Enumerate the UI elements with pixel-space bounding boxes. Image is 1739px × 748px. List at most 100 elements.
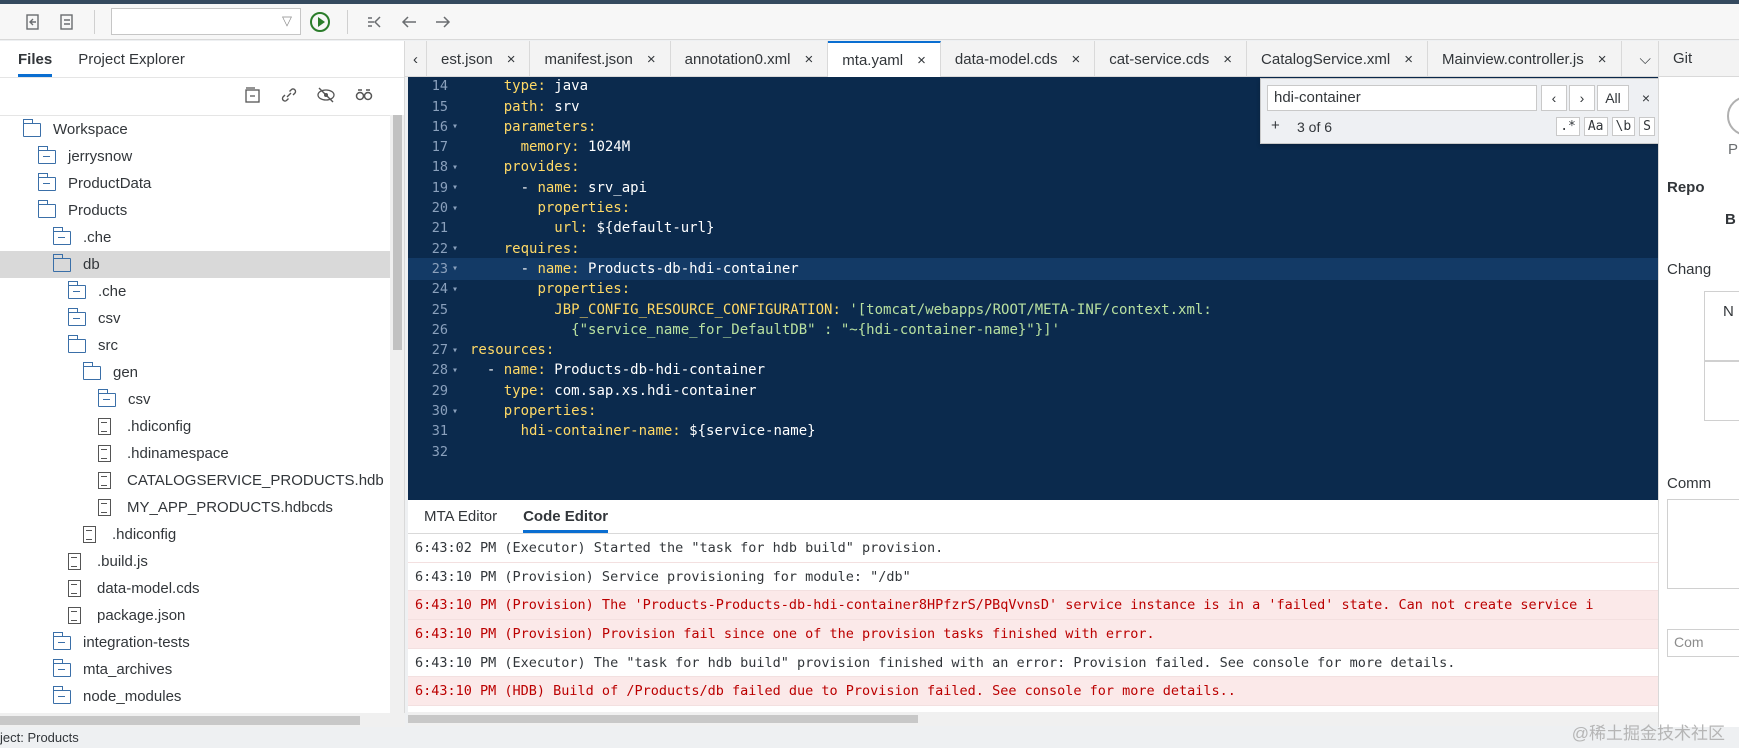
tree-item[interactable]: csv: [0, 386, 390, 413]
find-expand-button[interactable]: +: [1271, 117, 1280, 134]
hide-hidden-icon[interactable]: [316, 86, 336, 108]
search-files-icon[interactable]: [354, 86, 374, 108]
fold-icon[interactable]: ▾: [448, 203, 462, 214]
find-scope-button[interactable]: All: [1597, 85, 1629, 111]
tab-project-explorer[interactable]: Project Explorer: [78, 51, 185, 77]
tree-item[interactable]: data-model.cds: [0, 575, 390, 602]
changes-table-header: [1704, 291, 1739, 361]
tab-code-editor[interactable]: Code Editor: [523, 508, 609, 533]
run-configuration-select[interactable]: ▽: [111, 8, 301, 35]
back-icon[interactable]: [394, 8, 424, 36]
tree-vertical-scrollbar[interactable]: [390, 115, 404, 713]
editor-tab[interactable]: cat-service.cds ×: [1095, 41, 1248, 77]
close-icon[interactable]: ×: [917, 52, 926, 69]
editor-tab[interactable]: Mainview.controller.js ×: [1428, 41, 1622, 77]
find-next-button[interactable]: ›: [1569, 85, 1595, 111]
console-error-line: 6:43:10 PM (Provision) The 'Products-Pro…: [408, 591, 1674, 621]
console-horizontal-scrollbar[interactable]: [408, 712, 1674, 726]
close-icon[interactable]: ×: [1598, 51, 1607, 68]
redo-icon[interactable]: [52, 8, 82, 36]
close-icon[interactable]: ×: [1223, 51, 1232, 68]
tree-item[interactable]: CATALOGSERVICE_PRODUCTS.hdb: [0, 467, 390, 494]
fold-icon[interactable]: ▾: [448, 182, 462, 193]
code-key: resources: [470, 342, 546, 359]
close-icon[interactable]: ×: [1071, 51, 1080, 68]
undo-icon[interactable]: [18, 8, 48, 36]
tree-item[interactable]: .che: [0, 224, 390, 251]
collapse-all-icon[interactable]: [244, 86, 262, 108]
tree-item-label: jerrysnow: [68, 148, 133, 165]
tree-item[interactable]: MY_APP_PRODUCTS.hdbcds: [0, 494, 390, 521]
tree-item[interactable]: .hdiconfig: [0, 521, 390, 548]
build-icon[interactable]: [360, 8, 390, 36]
close-icon[interactable]: ×: [647, 51, 656, 68]
tabs-scroll-left-button[interactable]: ‹: [405, 41, 427, 77]
close-icon[interactable]: ×: [507, 51, 516, 68]
tree-item[interactable]: .hdiconfig: [0, 413, 390, 440]
tab-git[interactable]: Git: [1659, 41, 1739, 77]
fold-icon[interactable]: ▾: [448, 263, 462, 274]
tree-item[interactable]: Workspace: [0, 116, 390, 143]
tree-item-label: src: [98, 337, 118, 354]
commit-message-field[interactable]: [1667, 499, 1739, 589]
editor-tab[interactable]: manifest.json ×: [530, 41, 671, 77]
code-line: 18 ▾ provides:: [408, 156, 1670, 179]
tree-horizontal-scrollbar[interactable]: [0, 713, 405, 727]
tree-item[interactable]: .build.js: [0, 548, 390, 575]
tree-item[interactable]: db: [0, 251, 390, 278]
find-input[interactable]: hdi-container: [1267, 85, 1537, 111]
editor-tab[interactable]: est.json ×: [427, 41, 531, 77]
tree-item[interactable]: package.json: [0, 602, 390, 629]
code-value: com.sap.xs.hdi-container: [545, 382, 757, 399]
regex-option[interactable]: .*: [1556, 117, 1580, 136]
scrollbar-thumb[interactable]: [408, 715, 918, 723]
console-error-line: 6:43:10 PM (Provision) Provision fail si…: [408, 620, 1674, 649]
close-icon[interactable]: ×: [1404, 51, 1413, 68]
code-colon: :: [571, 159, 580, 176]
fold-icon[interactable]: ▾: [448, 243, 462, 254]
fold-icon[interactable]: ▾: [448, 345, 462, 356]
tree-item[interactable]: jerrysnow: [0, 143, 390, 170]
tree-item[interactable]: csv: [0, 305, 390, 332]
tree-item[interactable]: mta_archives: [0, 656, 390, 683]
scrollbar-thumb[interactable]: [0, 716, 360, 725]
file-icon: [68, 553, 81, 570]
fold-icon[interactable]: ▾: [448, 121, 462, 132]
code-line: 23 ▾ - name: Products-db-hdi-container: [408, 257, 1670, 281]
link-editor-icon[interactable]: [280, 86, 298, 108]
tree-item[interactable]: .che: [0, 278, 390, 305]
forward-icon[interactable]: [428, 8, 458, 36]
folder-open-icon: [52, 253, 71, 272]
match-case-option[interactable]: Aa: [1583, 117, 1608, 136]
commit-button[interactable]: Com: [1667, 629, 1739, 657]
tree-item[interactable]: ProductData: [0, 170, 390, 197]
editor-tab[interactable]: CatalogService.xml ×: [1247, 41, 1428, 77]
run-button[interactable]: [305, 8, 335, 36]
tree-item[interactable]: node_modules: [0, 683, 390, 710]
code-text: - name: Products-db-hdi-container: [462, 261, 799, 277]
tree-item[interactable]: integration-tests: [0, 629, 390, 656]
avatar: [1727, 96, 1739, 136]
tree-item[interactable]: src: [0, 332, 390, 359]
tab-files[interactable]: Files: [18, 51, 53, 77]
close-icon[interactable]: ×: [805, 51, 814, 68]
editor-tab[interactable]: annotation0.xml ×: [671, 41, 829, 77]
tab-mta-editor[interactable]: MTA Editor: [424, 508, 497, 533]
code-text: type: com.sap.xs.hdi-container: [462, 383, 757, 399]
tree-item-label: db: [83, 256, 100, 273]
fold-icon[interactable]: ▾: [448, 284, 462, 295]
file-icon: [98, 472, 111, 489]
find-previous-button[interactable]: ‹: [1541, 85, 1567, 111]
tree-item[interactable]: Products: [0, 197, 390, 224]
fold-icon[interactable]: ▾: [448, 365, 462, 376]
editor-tab[interactable]: mta.yaml ×: [828, 41, 941, 77]
close-icon[interactable]: ×: [1633, 85, 1659, 111]
whole-word-option[interactable]: \b: [1611, 117, 1636, 136]
selection-option[interactable]: S: [1639, 117, 1655, 136]
tree-item[interactable]: .hdinamespace: [0, 440, 390, 467]
editor-tab[interactable]: data-model.cds ×: [941, 41, 1096, 77]
scrollbar-thumb[interactable]: [393, 115, 402, 350]
tree-item[interactable]: gen: [0, 359, 390, 386]
fold-icon[interactable]: ▾: [448, 406, 462, 417]
fold-icon[interactable]: ▾: [448, 162, 462, 173]
